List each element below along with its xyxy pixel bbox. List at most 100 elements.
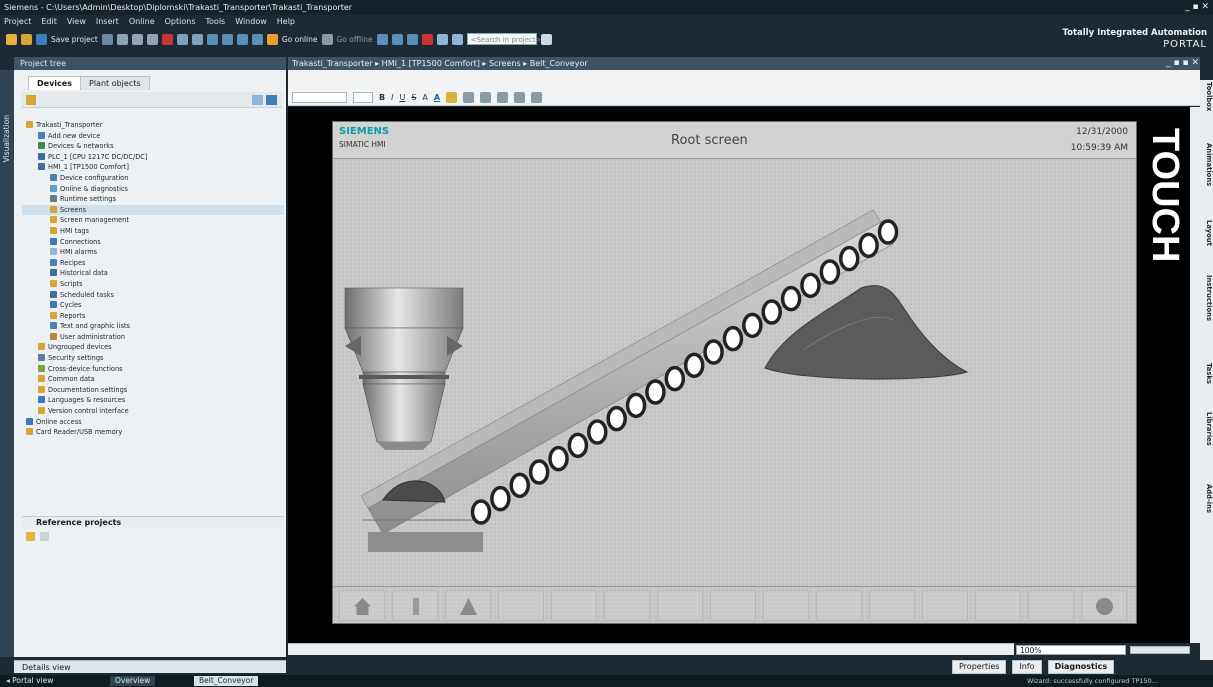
tree-item[interactable]: Trakasti_Transporter — [22, 120, 284, 131]
window-controls[interactable]: _ ▪ ✕ — [1185, 0, 1209, 15]
copy-icon[interactable] — [131, 33, 143, 45]
menu-tools[interactable]: Tools — [206, 17, 226, 26]
tree-item[interactable]: Devices & networks — [22, 141, 284, 152]
function-key[interactable] — [604, 590, 650, 621]
tree-item[interactable]: Historical data — [22, 268, 284, 279]
stop-icon[interactable] — [421, 33, 433, 45]
function-key[interactable] — [498, 590, 544, 621]
tree-item[interactable]: Screens — [22, 204, 284, 216]
split-vertical-icon[interactable] — [406, 33, 418, 45]
go-online-button[interactable]: Go online — [282, 35, 318, 44]
cut-icon[interactable] — [116, 33, 128, 45]
hmi-home-icon[interactable] — [339, 590, 385, 621]
visualization-side-tab[interactable]: Visualization — [0, 70, 14, 657]
side-tab-animations[interactable]: Animations — [1200, 143, 1213, 186]
info-tab[interactable]: Info — [1012, 659, 1042, 674]
save-icon[interactable] — [36, 33, 47, 45]
strike-button[interactable]: S — [411, 93, 416, 102]
italic-button[interactable]: I — [391, 93, 393, 102]
function-key[interactable] — [922, 590, 968, 621]
function-key[interactable] — [763, 590, 809, 621]
font-select[interactable] — [292, 92, 347, 103]
tree-item[interactable]: Recipes — [22, 258, 284, 269]
align-icon[interactable] — [480, 92, 492, 103]
size-select[interactable] — [353, 92, 373, 103]
delete-icon[interactable] — [161, 33, 173, 45]
tree-item[interactable]: Documentation settings — [22, 385, 284, 396]
tree-item[interactable]: PLC_1 [CPU 1217C DC/DC/DC] — [22, 152, 284, 163]
tree-item[interactable]: Cycles — [22, 300, 284, 311]
function-key[interactable] — [869, 590, 915, 621]
folder-icon[interactable] — [26, 95, 36, 105]
search-icon[interactable] — [540, 33, 552, 45]
tab-plant-objects[interactable]: Plant objects — [80, 76, 150, 90]
side-tab-tasks[interactable]: Tasks — [1200, 363, 1213, 384]
line-color-icon[interactable] — [463, 92, 475, 103]
download-icon[interactable] — [221, 33, 233, 45]
simulate-icon[interactable] — [251, 33, 263, 45]
function-key[interactable] — [551, 590, 597, 621]
tree-item[interactable]: HMI tags — [22, 226, 284, 237]
font-color-button[interactable]: A — [434, 93, 440, 102]
function-key[interactable] — [710, 590, 756, 621]
hmi-info-icon[interactable] — [1081, 590, 1127, 621]
function-key[interactable] — [975, 590, 1021, 621]
font-size-button[interactable]: A — [422, 93, 427, 102]
side-tab-toolbox[interactable]: Toolbox — [1200, 82, 1213, 111]
menu-project[interactable]: Project — [4, 17, 31, 26]
view-toggle-icon[interactable] — [252, 95, 263, 105]
print-icon[interactable] — [101, 33, 113, 45]
go-offline-button[interactable]: Go offline — [337, 35, 373, 44]
belt-conveyor-task[interactable]: Belt_Conveyor — [194, 676, 259, 686]
menu-view[interactable]: View — [67, 17, 86, 26]
menu-options[interactable]: Options — [165, 17, 196, 26]
details-view-header[interactable]: Details view — [14, 660, 286, 673]
diagnostics-tab[interactable]: Diagnostics — [1047, 659, 1115, 674]
tree-item[interactable]: Scheduled tasks — [22, 290, 284, 301]
conveyor-graphics[interactable] — [333, 160, 1136, 586]
tree-item[interactable]: HMI_1 [TP1500 Comfort] — [22, 162, 284, 173]
zoom-select[interactable]: 100% — [1016, 645, 1126, 655]
close-reference-icon[interactable] — [40, 532, 49, 541]
side-tab-instructions[interactable]: Instructions — [1200, 275, 1213, 321]
tree-item[interactable]: Common data — [22, 374, 284, 385]
window-layout2-icon[interactable] — [451, 33, 463, 45]
tree-item[interactable]: Device configuration — [22, 173, 284, 184]
properties-tab[interactable]: Properties — [952, 659, 1007, 674]
tree-item[interactable]: Version control interface — [22, 406, 284, 417]
save-project-button[interactable]: Save project — [51, 35, 98, 44]
accessible-devices-icon[interactable] — [376, 33, 388, 45]
underline-button[interactable]: U — [399, 93, 405, 102]
horizontal-scrollbar[interactable] — [288, 643, 1014, 655]
menu-window[interactable]: Window — [235, 17, 267, 26]
tab-devices[interactable]: Devices — [28, 76, 81, 90]
tree-item[interactable]: Screen management — [22, 215, 284, 226]
tree-item[interactable]: Add new device — [22, 131, 284, 142]
tree-item[interactable]: Online & diagnostics — [22, 184, 284, 195]
tree-item[interactable]: Runtime settings — [22, 194, 284, 205]
upload-icon[interactable] — [236, 33, 248, 45]
distribute-icon[interactable] — [497, 92, 509, 103]
menu-insert[interactable]: Insert — [96, 17, 119, 26]
open-project-icon[interactable] — [21, 33, 32, 45]
undo-icon[interactable] — [176, 33, 188, 45]
tree-item[interactable]: Ungrouped devices — [22, 342, 284, 353]
fill-color-icon[interactable] — [446, 92, 458, 103]
redo-icon[interactable] — [191, 33, 203, 45]
window-layout-icon[interactable] — [436, 33, 448, 45]
side-tab-add-ins[interactable]: Add-ins — [1200, 484, 1213, 513]
function-key[interactable] — [816, 590, 862, 621]
menu-online[interactable]: Online — [129, 17, 155, 26]
menu-help[interactable]: Help — [277, 17, 295, 26]
zoom-slider[interactable] — [1130, 646, 1190, 654]
side-tab-layout[interactable]: Layout — [1200, 220, 1213, 246]
hmi-alarm-icon[interactable] — [445, 590, 491, 621]
tree-item[interactable]: Languages & resources — [22, 395, 284, 406]
tree-item[interactable]: Text and graphic lists — [22, 321, 284, 332]
tree-item[interactable]: Security settings — [22, 353, 284, 364]
editor-window-controls[interactable]: _ ▪ ▪ ✕ — [1166, 57, 1199, 70]
menu-edit[interactable]: Edit — [41, 17, 57, 26]
new-project-icon[interactable] — [6, 33, 17, 45]
tree-item[interactable]: Cross-device functions — [22, 364, 284, 375]
compile-icon[interactable] — [206, 33, 218, 45]
